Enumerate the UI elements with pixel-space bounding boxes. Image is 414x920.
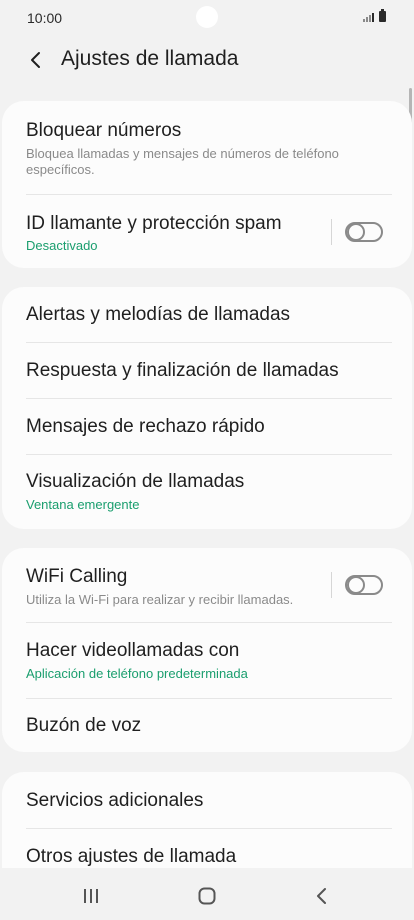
item-title: Hacer videollamadas con <box>26 640 240 661</box>
settings-group-blocking: Bloquear números Bloquea llamadas y mens… <box>2 101 412 268</box>
additional-services-item[interactable]: Servicios adicionales <box>2 772 412 828</box>
item-title: Otros ajustes de llamada <box>26 846 237 867</box>
recents-icon[interactable] <box>71 882 111 910</box>
video-calls-with-item[interactable]: Hacer videollamadas con Aplicación de te… <box>2 623 412 698</box>
answer-end-calls-item[interactable]: Respuesta y finalización de llamadas <box>2 343 412 398</box>
settings-group-wifi-video: WiFi Calling Utiliza la Wi-Fi para reali… <box>2 548 412 752</box>
item-subtitle: Utiliza la Wi-Fi para realizar y recibir… <box>26 592 294 607</box>
item-title: Servicios adicionales <box>26 790 204 811</box>
item-status: Ventana emergente <box>26 497 140 512</box>
toggle-knob <box>347 576 365 594</box>
status-icons <box>363 9 386 22</box>
home-icon[interactable] <box>187 882 227 910</box>
wifi-calling-item[interactable]: WiFi Calling Utiliza la Wi-Fi para reali… <box>2 548 412 622</box>
item-status: Desactivado <box>26 238 98 253</box>
block-numbers-item[interactable]: Bloquear números Bloquea llamadas y mens… <box>2 101 412 194</box>
item-title: Respuesta y finalización de llamadas <box>26 360 339 381</box>
caller-id-spam-toggle[interactable] <box>345 222 383 242</box>
voicemail-item[interactable]: Buzón de voz <box>2 699 412 752</box>
item-title: Bloquear números <box>26 120 182 141</box>
item-subtitle: Bloquea llamadas y mensajes de números d… <box>26 146 339 177</box>
back-icon[interactable] <box>302 882 342 910</box>
item-title: Mensajes de rechazo rápido <box>26 416 265 437</box>
item-title: ID llamante y protección spam <box>26 213 282 234</box>
chevron-left-icon[interactable] <box>22 46 50 74</box>
item-status: Aplicación de teléfono predeterminada <box>26 666 248 681</box>
toggle-knob <box>347 223 365 241</box>
front-camera <box>196 6 218 28</box>
wifi-calling-toggle[interactable] <box>345 575 383 595</box>
toggle-separator <box>331 572 332 598</box>
caller-id-spam-item[interactable]: ID llamante y protección spam Desactivad… <box>2 195 412 268</box>
app-header: Ajustes de llamada <box>0 38 414 82</box>
item-title: Buzón de voz <box>26 715 142 736</box>
call-alerts-ringtones-item[interactable]: Alertas y melodías de llamadas <box>2 287 412 342</box>
quick-decline-messages-item[interactable]: Mensajes de rechazo rápido <box>2 399 412 454</box>
battery-icon <box>379 9 386 22</box>
status-time: 10:00 <box>27 10 63 26</box>
call-display-item[interactable]: Visualización de llamadas Ventana emerge… <box>2 455 412 529</box>
status-bar: 10:00 <box>0 0 414 36</box>
page-title: Ajustes de llamada <box>61 47 239 70</box>
signal-icon <box>363 12 374 22</box>
item-title: WiFi Calling <box>26 566 128 587</box>
item-title: Visualización de llamadas <box>26 471 245 492</box>
settings-group-calls: Alertas y melodías de llamadas Respuesta… <box>2 287 412 529</box>
toggle-separator <box>331 219 332 245</box>
navigation-bar <box>0 868 414 920</box>
item-title: Alertas y melodías de llamadas <box>26 304 291 325</box>
